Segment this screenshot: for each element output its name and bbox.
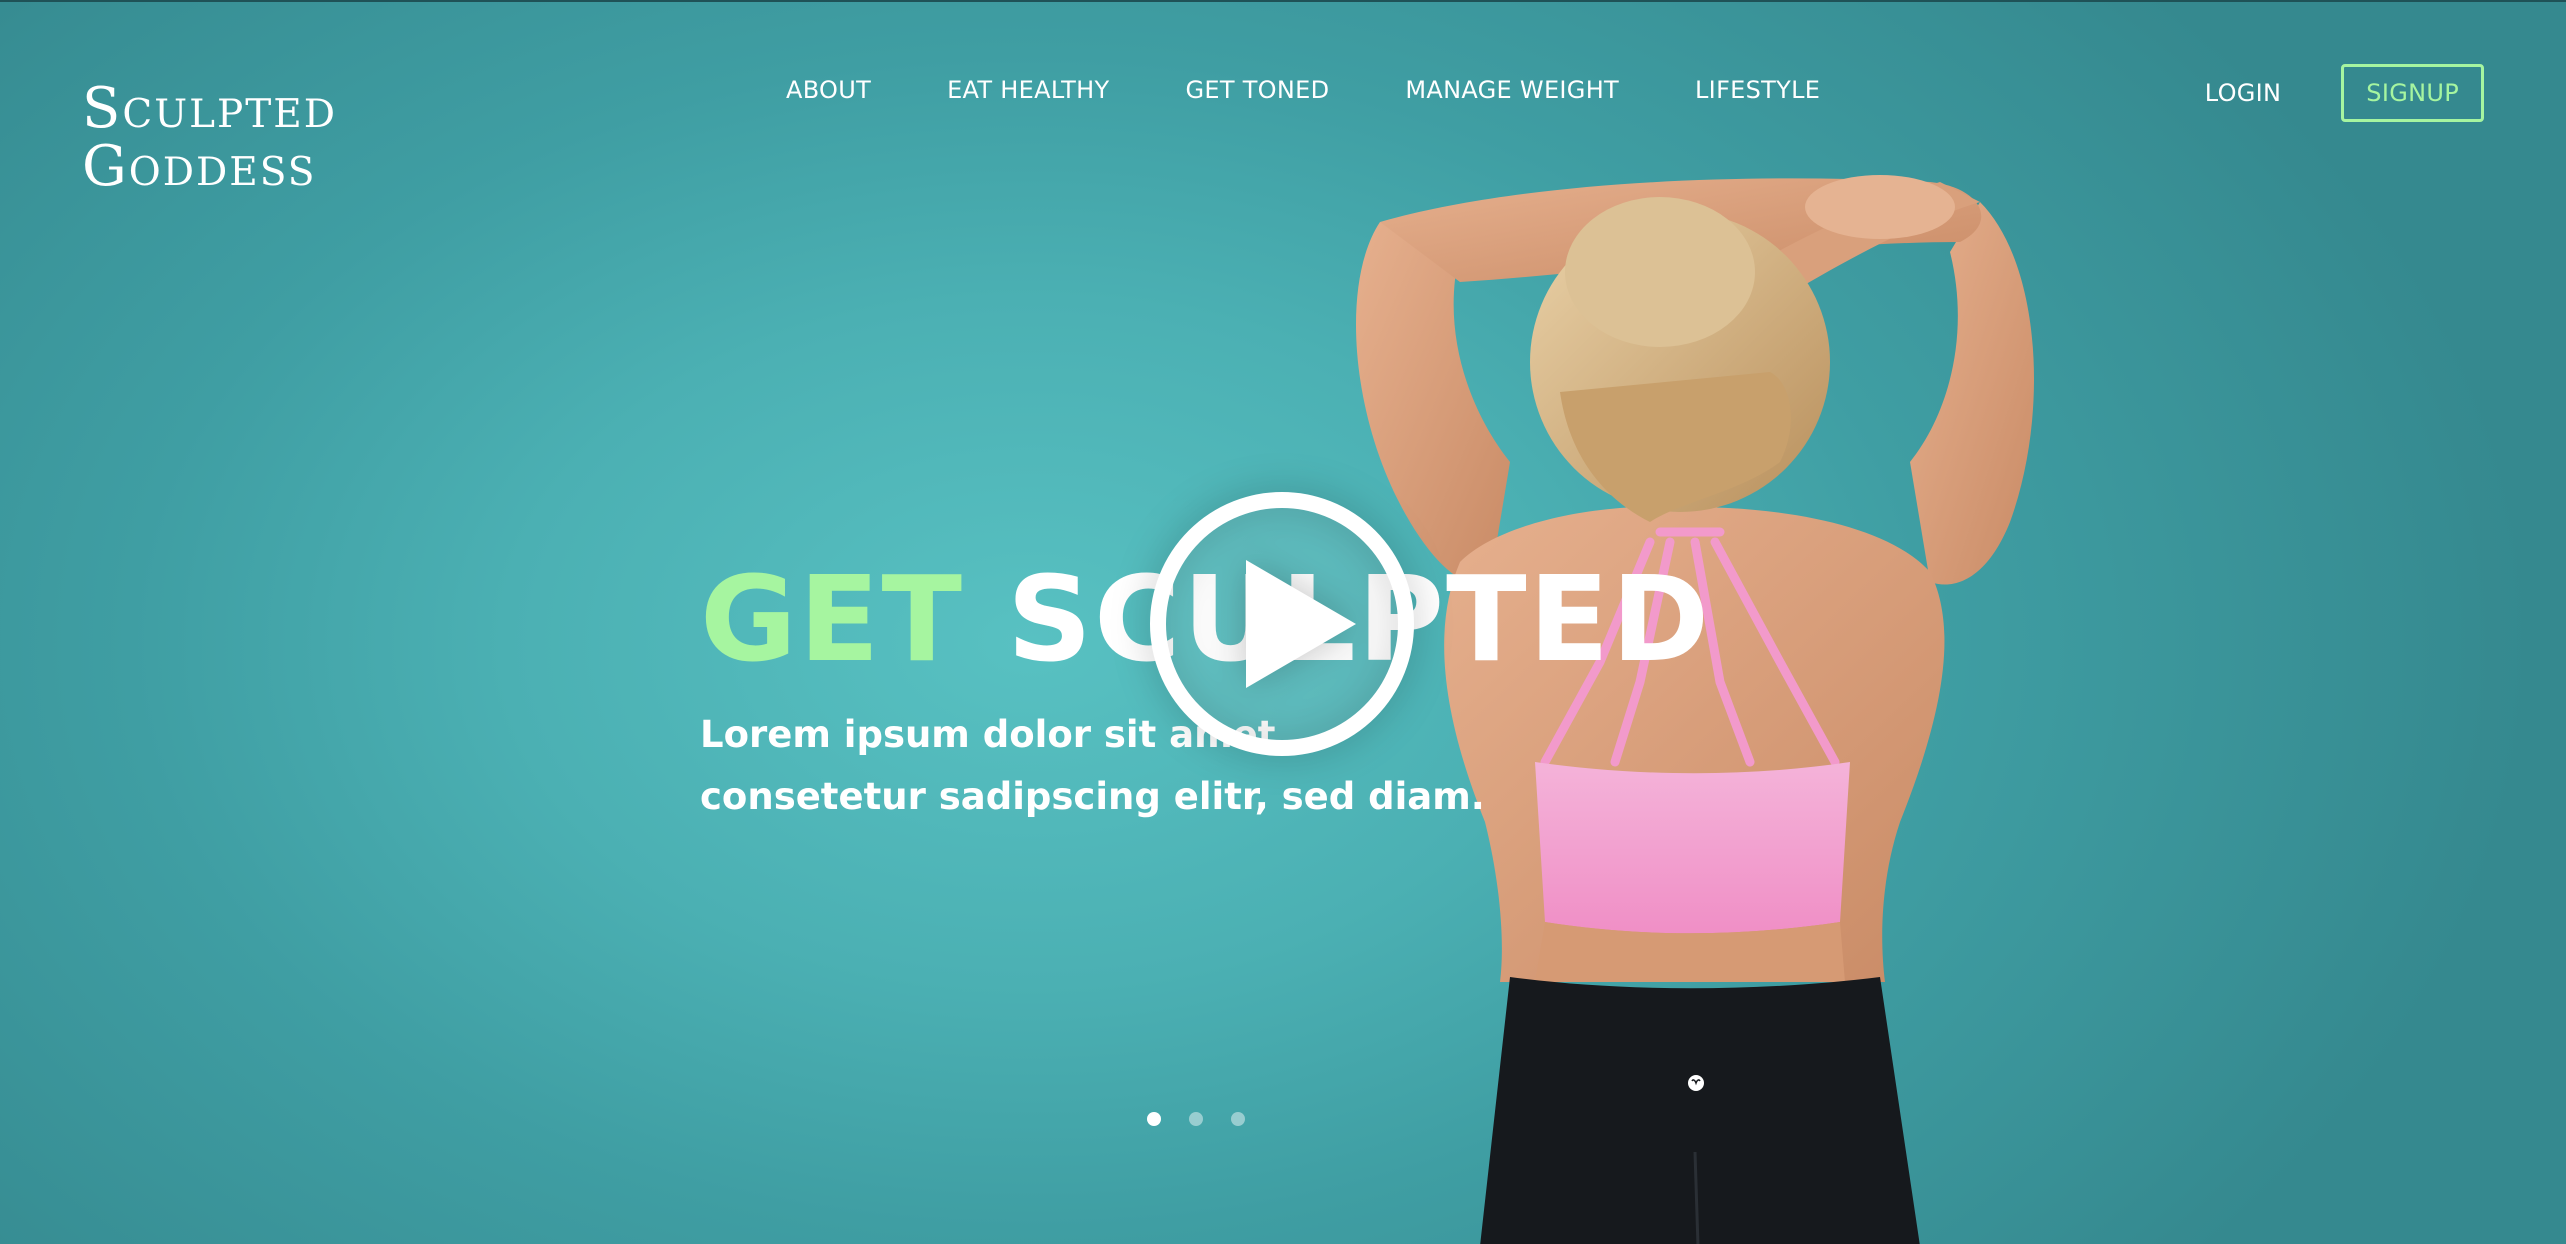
carousel-dot-3[interactable]: [1231, 1112, 1245, 1126]
login-link[interactable]: LOGIN: [2205, 79, 2282, 107]
carousel-dots: [1147, 1112, 1245, 1126]
nav-item-about[interactable]: ABOUT: [786, 76, 871, 104]
signup-button[interactable]: SIGNUP: [2341, 64, 2484, 122]
brand-logo-icon: [1688, 1075, 1704, 1091]
nav-item-get-toned[interactable]: GET TONED: [1185, 76, 1329, 104]
auth-controls: LOGIN SIGNUP: [2205, 64, 2484, 122]
nav-item-manage-weight[interactable]: MANAGE WEIGHT: [1405, 76, 1619, 104]
hero-title-accent: GET: [700, 550, 964, 688]
logo-line-1: Sculpted: [82, 76, 337, 141]
carousel-dot-1[interactable]: [1147, 1112, 1161, 1126]
hero-subtitle-line-2: consetetur sadipscing elitr, sed diam.: [700, 775, 1485, 818]
nav-item-lifestyle[interactable]: LIFESTYLE: [1695, 76, 1820, 104]
carousel-dot-2[interactable]: [1189, 1112, 1203, 1126]
logo-line-2: Goddess: [82, 134, 317, 199]
play-icon[interactable]: [1146, 488, 1418, 760]
main-nav: ABOUT EAT HEALTHY GET TONED MANAGE WEIGH…: [786, 76, 1896, 104]
site-logo[interactable]: Sculpted Goddess: [82, 80, 337, 196]
hero-section: Sculpted Goddess ABOUT EAT HEALTHY GET T…: [0, 0, 2566, 1244]
nav-item-eat-healthy[interactable]: EAT HEALTHY: [947, 76, 1109, 104]
